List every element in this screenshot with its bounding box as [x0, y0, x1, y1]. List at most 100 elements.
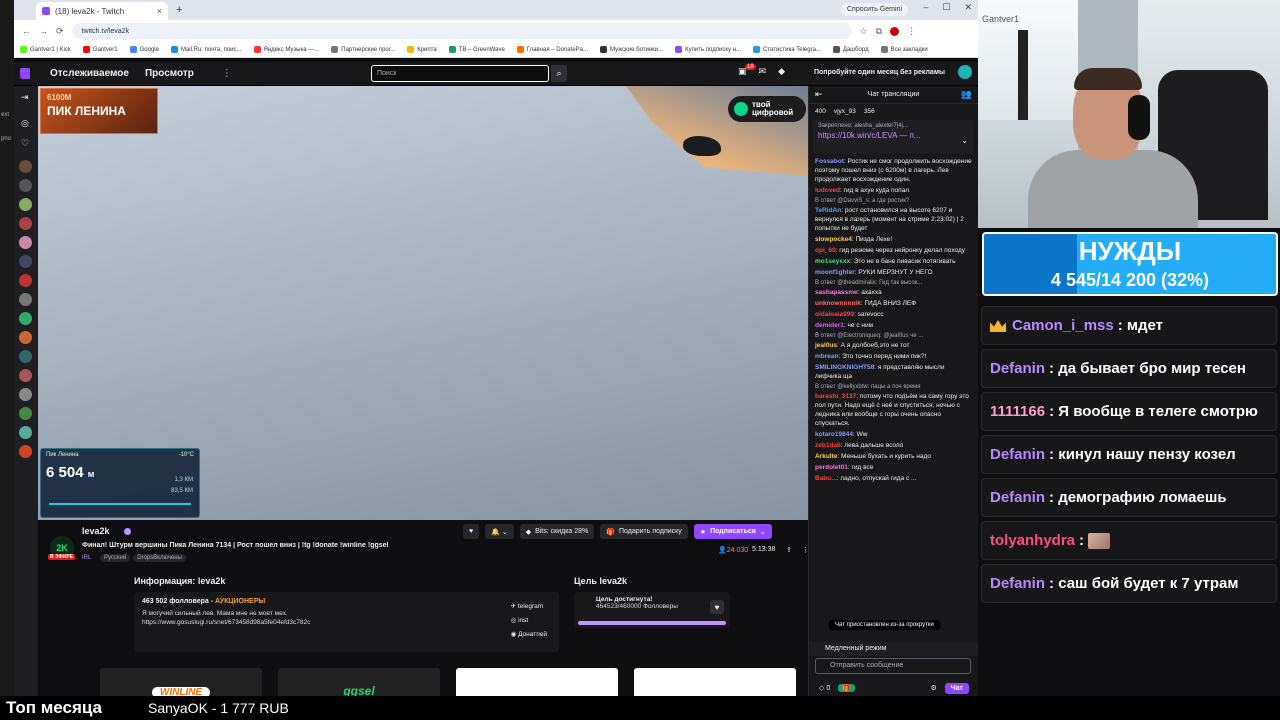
- search-icon[interactable]: ⌕: [551, 65, 567, 82]
- chat-username[interactable]: slowpocke4: [815, 236, 852, 243]
- chat-paused-banner[interactable]: Чат приостановлен из-за прокрутки: [829, 620, 940, 630]
- followed-channel-avatar[interactable]: [19, 274, 32, 287]
- gift-icon[interactable]: 🎁: [838, 684, 855, 692]
- browser-tab[interactable]: (18) leva2k - Twitch ×: [36, 2, 168, 20]
- chat-username[interactable]: zeb1da6: [815, 442, 841, 449]
- gift-sub-button[interactable]: 🎁 Подарить подписку: [600, 524, 688, 539]
- subscribe-button[interactable]: ★ Подписаться ⌄: [693, 524, 772, 539]
- bookmark-item[interactable]: TB – GreenWave: [448, 46, 505, 53]
- chat-username[interactable]: barashi_3137: [815, 393, 856, 400]
- bookmark-item[interactable]: Gantver1 | Kick: [20, 46, 71, 53]
- chat-reply-context[interactable]: В ответ @theadmiralix: Гид так высок...: [815, 279, 972, 288]
- link-telegram[interactable]: ✈ telegram: [511, 600, 547, 614]
- followed-channel-avatar[interactable]: [19, 179, 32, 192]
- chat-users-icon[interactable]: 👥: [961, 89, 972, 100]
- chat-username[interactable]: sashapassme: [815, 289, 858, 296]
- reload-icon[interactable]: ⟳: [56, 26, 64, 37]
- chat-username[interactable]: demider1: [815, 322, 844, 329]
- maximize-icon[interactable]: ☐: [942, 2, 950, 13]
- close-window-icon[interactable]: ✕: [964, 2, 972, 13]
- bookmark-item[interactable]: Все закладки: [880, 46, 928, 53]
- chat-username[interactable]: ludoved: [815, 187, 840, 194]
- bookmark-item[interactable]: Мужские ботинки...: [600, 46, 663, 53]
- followed-channel-avatar[interactable]: [19, 255, 32, 268]
- followed-channel-avatar[interactable]: [19, 217, 32, 230]
- leader-name-2[interactable]: vjyx_93: [834, 108, 856, 115]
- chat-username[interactable]: mo1seyxxx: [815, 258, 850, 265]
- channel-points-icon[interactable]: ◇ 0: [819, 684, 830, 692]
- chat-input[interactable]: Отправить сообщение: [815, 658, 971, 674]
- chat-username[interactable]: mbrean: [815, 353, 838, 360]
- bookmark-item[interactable]: Купить подписку н...: [675, 46, 741, 53]
- followed-channel-avatar[interactable]: [19, 236, 32, 249]
- chat-username[interactable]: Arkulte: [815, 453, 837, 460]
- notifications-button[interactable]: 🔔 ⌄: [485, 524, 514, 539]
- chat-username[interactable]: kotaro19844: [815, 431, 853, 438]
- followed-channel-avatar[interactable]: [19, 388, 32, 401]
- bookmark-item[interactable]: Яндекс Музыка —...: [253, 46, 319, 53]
- rail-icon[interactable]: ◎: [21, 118, 29, 129]
- ad-free-button[interactable]: Попробуйте один месяц без рекламы: [814, 69, 945, 76]
- bio-link[interactable]: https://www.gosuslugi.ru/snet/673458d98a…: [142, 618, 442, 627]
- channel-name[interactable]: leva2k: [82, 526, 110, 536]
- followed-channel-avatar[interactable]: [19, 407, 32, 420]
- share-icon[interactable]: ⇪: [786, 546, 792, 554]
- search-input[interactable]: Поиск: [371, 65, 549, 82]
- collapse-rail-icon[interactable]: ⇥: [21, 92, 29, 103]
- nav-browse[interactable]: Просмотр: [145, 68, 194, 79]
- pinned-link[interactable]: https://10k.win/c/LEVA — п...: [818, 131, 969, 140]
- back-icon[interactable]: ←: [22, 26, 31, 36]
- tag[interactable]: Русский: [100, 554, 131, 562]
- link-inst[interactable]: ◎ inst: [511, 614, 547, 628]
- bookmark-item[interactable]: Партнерские прог...: [331, 46, 395, 53]
- rail-heart-icon[interactable]: ♡: [21, 138, 29, 149]
- bits-discount-button[interactable]: ◆ Bits: скидка 28%: [519, 524, 595, 539]
- followed-channel-avatar[interactable]: [19, 331, 32, 344]
- bookmark-item[interactable]: Главная – DonatePa...: [516, 46, 588, 53]
- chevron-down-icon[interactable]: ⌄: [961, 136, 968, 145]
- chat-username[interactable]: Babu...: [815, 475, 837, 482]
- followed-channel-avatar[interactable]: [19, 369, 32, 382]
- bits-icon[interactable]: ◆: [778, 66, 785, 77]
- tag[interactable]: DropsВключены: [133, 554, 186, 562]
- extensions-icon[interactable]: ⧉: [876, 26, 882, 37]
- new-tab-button[interactable]: +: [176, 4, 182, 16]
- followed-channel-avatar[interactable]: [19, 445, 32, 458]
- inbox-icon[interactable]: ✉: [759, 66, 767, 77]
- minimize-icon[interactable]: –: [923, 2, 928, 13]
- followed-channel-avatar[interactable]: [19, 198, 32, 211]
- followed-channel-avatar[interactable]: [19, 160, 32, 173]
- nav-following[interactable]: Отслеживаемое: [50, 68, 129, 79]
- stream-category[interactable]: IRL: [82, 555, 91, 561]
- twitch-logo-icon[interactable]: [20, 68, 30, 79]
- link-donatepay[interactable]: ◉ Донатпей: [511, 628, 547, 642]
- pinned-message[interactable]: Закреплено: alesha_alexter7|4j... https:…: [813, 120, 974, 154]
- followed-channel-avatar[interactable]: [19, 312, 32, 325]
- chat-send-button[interactable]: Чат: [944, 682, 969, 694]
- chat-username[interactable]: TeRidAn: [815, 207, 841, 214]
- bookmark-item[interactable]: Google: [129, 46, 159, 53]
- chat-reply-context[interactable]: В ответ @DavviS_s: а где ростик?: [815, 197, 972, 206]
- url-field[interactable]: twitch.tv/leva2k: [71, 23, 852, 39]
- followed-channel-avatar[interactable]: [19, 350, 32, 363]
- gemini-button[interactable]: Спросить Gemini: [840, 3, 908, 16]
- chat-reply-context[interactable]: В ответ @Electroniqueq: @jeal0us че ...: [815, 332, 972, 341]
- chat-username[interactable]: Fossabot: [815, 158, 844, 165]
- followed-channel-avatar[interactable]: [19, 426, 32, 439]
- followed-channel-avatar[interactable]: [19, 293, 32, 306]
- bookmark-item[interactable]: Дашборд: [832, 46, 869, 53]
- forward-icon[interactable]: →: [39, 26, 48, 36]
- settings-gear-icon[interactable]: ⚙: [930, 684, 936, 692]
- chat-username[interactable]: perdolet01: [815, 464, 848, 471]
- bookmark-star-icon[interactable]: ☆: [860, 26, 868, 37]
- follow-heart-button[interactable]: ♥: [463, 524, 480, 539]
- bookmark-item[interactable]: Статистика Telegra...: [753, 46, 821, 53]
- bookmark-item[interactable]: Mail.Ru: почта, поис...: [170, 46, 242, 53]
- chat-username[interactable]: jeal0us: [815, 342, 837, 349]
- chat-username[interactable]: moonf1ghter: [815, 269, 855, 276]
- collapse-chat-icon[interactable]: ⇤: [815, 89, 823, 100]
- menu-icon[interactable]: ⋮: [907, 26, 916, 37]
- user-avatar[interactable]: [958, 65, 972, 79]
- chat-username[interactable]: SMILINGKNIGHT58: [815, 364, 874, 371]
- chat-username[interactable]: oldaloaia999: [815, 311, 854, 318]
